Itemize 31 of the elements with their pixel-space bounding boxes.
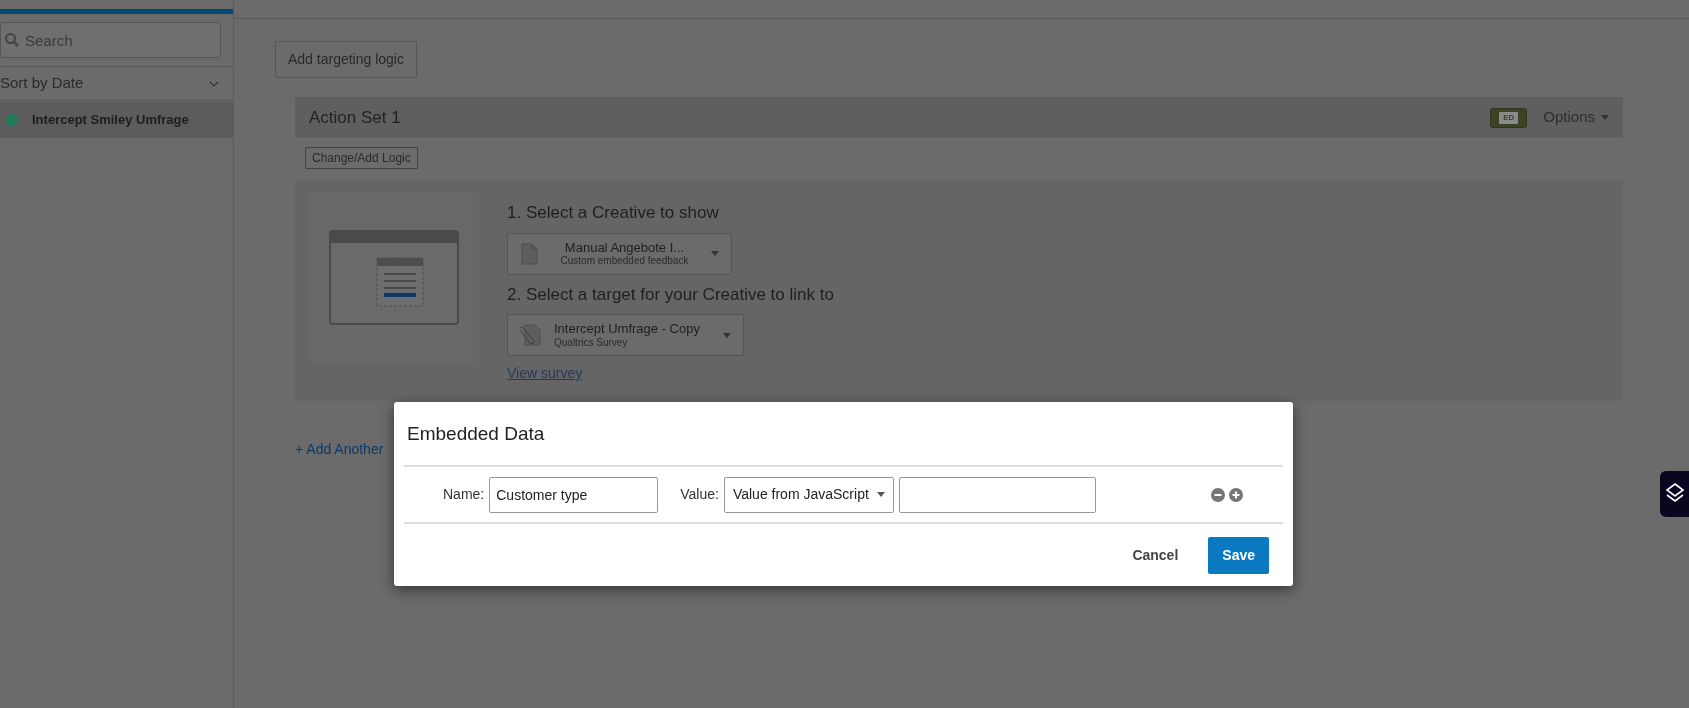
value-type-select[interactable]: Value from JavaScript	[723, 476, 894, 513]
target-dropdown[interactable]: Intercept Umfrage - Copy Qualtrics Survey	[507, 314, 744, 356]
caret-icon	[723, 332, 731, 338]
value-input-field[interactable]	[898, 476, 1096, 513]
caret-icon	[711, 251, 719, 256]
caret-icon	[876, 492, 885, 497]
change-logic-button[interactable]: Change/Add Logic	[305, 147, 418, 169]
cancel-button[interactable]: Cancel	[1126, 544, 1185, 567]
caret-icon	[1601, 115, 1609, 120]
sort-dropdown[interactable]: Sort by Date	[0, 66, 233, 101]
floating-widget-button[interactable]	[1660, 471, 1689, 517]
document-icon	[520, 242, 538, 265]
add-icon[interactable]	[1228, 487, 1243, 502]
sidebar-item[interactable]: Intercept Smiley Umfrage	[0, 102, 233, 138]
add-another-link[interactable]: + Add Another	[295, 441, 384, 457]
chevron-icon	[209, 80, 219, 87]
add-targeting-logic-button[interactable]: Add targeting logic	[275, 41, 417, 78]
pencil-document-icon	[520, 323, 542, 347]
action-set-title: Action Set 1	[309, 106, 401, 129]
remove-icon[interactable]	[1210, 487, 1225, 502]
step-heading: 1. Select a Creative to show	[507, 202, 720, 224]
dialog-title: Embedded Data	[406, 422, 546, 446]
value-label: Value:	[680, 485, 719, 504]
name-input-field[interactable]: Customer type	[489, 476, 659, 513]
creative-dropdown[interactable]: Manual Angebote I... Custom embedded feedback	[507, 232, 732, 275]
layers-icon	[1664, 483, 1685, 505]
view-survey-link[interactable]: View survey	[507, 363, 834, 384]
save-button[interactable]: Save	[1208, 537, 1269, 574]
step-heading: 2. Select a target for your Creative to link to	[507, 283, 834, 306]
embedded-data-badge[interactable]: ED	[1490, 107, 1528, 128]
name-label: Name:	[443, 485, 485, 504]
